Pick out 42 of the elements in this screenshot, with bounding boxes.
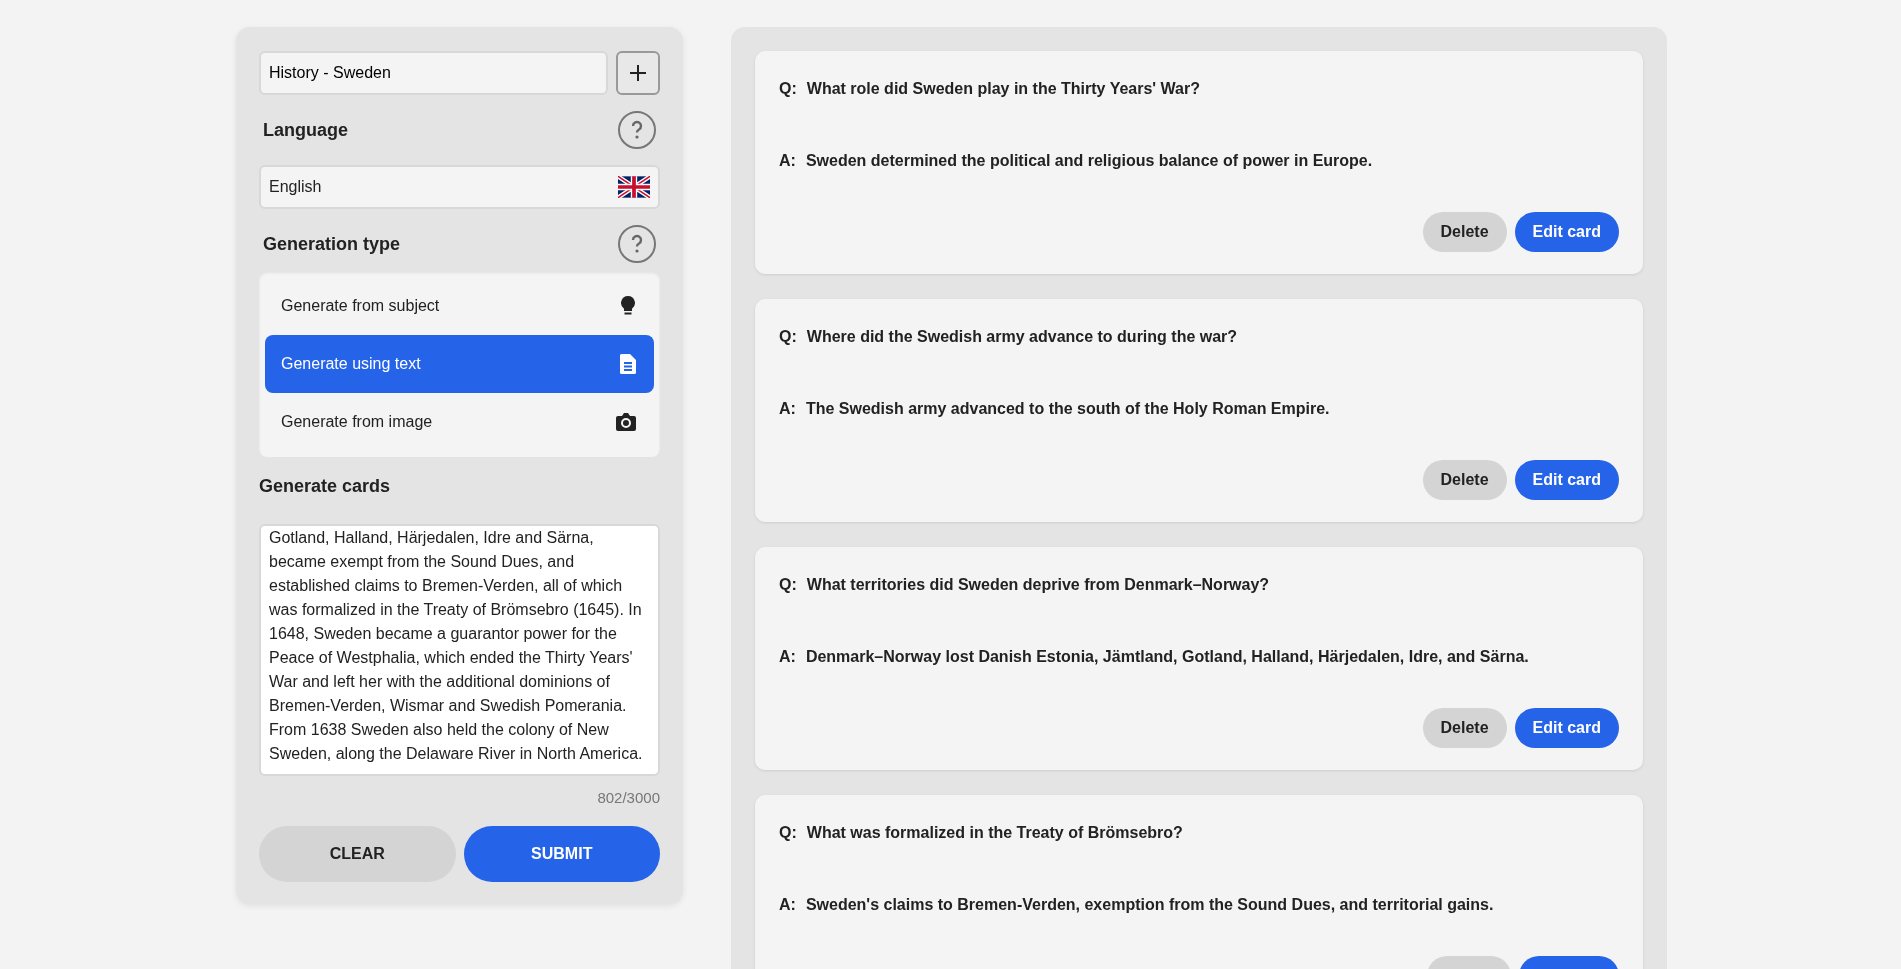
answer-text: The Swedish army advanced to the south of the Holy Roman Empire. bbox=[805, 399, 1330, 419]
edit-card-button[interactable]: Edit card bbox=[1514, 212, 1619, 252]
source-text-field[interactable]: Gotland, Halland, Härjedalen, Idre and Särna, became exempt from the Sound Dues, and established claims to Bremen-Verden, all of which was formalized in the Treaty of Brömsebro (1645). In 1648, Sweden became a guarantor power for the Peace of Westphalia, which ended the Thirty Years' War and left her with the additional dominions of Bremen-Verden, Wismar and Swedish Pomerania. From 1638 Sweden also held the colony of New Sweden, along the Delaware River in North America. bbox=[259, 524, 660, 776]
generation-option[interactable]: Generate from image bbox=[265, 393, 654, 451]
answer-marker: A: bbox=[779, 647, 796, 667]
clear-button[interactable]: CLEAR bbox=[259, 825, 456, 882]
question-marker: Q: bbox=[779, 575, 797, 595]
answer-marker: A: bbox=[779, 399, 796, 419]
delete-button[interactable]: Delete bbox=[1422, 708, 1507, 748]
answer-text: Denmark–Norway lost Danish Estonia, Jämtland, Gotland, Halland, Härjedalen, Idre, and Särna. bbox=[805, 647, 1529, 667]
language-label: Language bbox=[263, 118, 348, 142]
answer-marker: A: bbox=[779, 895, 796, 915]
answer-text: Sweden's claims to Bremen-Verden, exemption from the Sound Dues, and territorial gains. bbox=[805, 895, 1494, 915]
generation-option[interactable]: Generate using text bbox=[265, 335, 654, 393]
question-marker: Q: bbox=[779, 327, 797, 347]
plus-icon bbox=[629, 64, 647, 82]
question-text: What role did Sweden play in the Thirty Years' War? bbox=[806, 79, 1200, 99]
generation-option[interactable]: Generate from subject bbox=[265, 277, 654, 335]
language-select[interactable]: English bbox=[259, 165, 660, 209]
document-icon bbox=[620, 354, 636, 374]
edit-card-button[interactable]: Edit card bbox=[1514, 708, 1619, 748]
question-marker: Q: bbox=[779, 79, 797, 99]
camera-icon bbox=[616, 413, 636, 431]
generation-type-label: Generation type bbox=[263, 232, 401, 256]
generate-cards-label: Generate cards bbox=[259, 475, 392, 498]
delete-button[interactable]: Delete bbox=[1422, 460, 1507, 500]
help-icon[interactable] bbox=[618, 225, 656, 263]
question-text: Where did the Swedish army advance to during the war? bbox=[806, 327, 1238, 347]
edit-card-button[interactable]: Edit card bbox=[1514, 460, 1619, 500]
question-text: What territories did Sweden deprive from Denmark–Norway? bbox=[806, 575, 1270, 595]
deck-name-field[interactable]: History - Sweden bbox=[259, 51, 608, 95]
question-marker: Q: bbox=[779, 823, 797, 843]
lightbulb-icon bbox=[620, 296, 636, 316]
question-text: What was formalized in the Treaty of Brömsebro? bbox=[806, 823, 1183, 843]
character-counter: 802/3000 bbox=[597, 788, 660, 808]
answer-text: Sweden determined the political and religious balance of power in Europe. bbox=[805, 151, 1373, 171]
answer-marker: A: bbox=[779, 151, 796, 171]
flag-icon bbox=[618, 176, 650, 198]
help-icon[interactable] bbox=[618, 111, 656, 149]
submit-button[interactable]: SUBMIT bbox=[463, 825, 660, 882]
delete-button[interactable]: Delete bbox=[1422, 212, 1507, 252]
add-button[interactable] bbox=[616, 51, 660, 95]
